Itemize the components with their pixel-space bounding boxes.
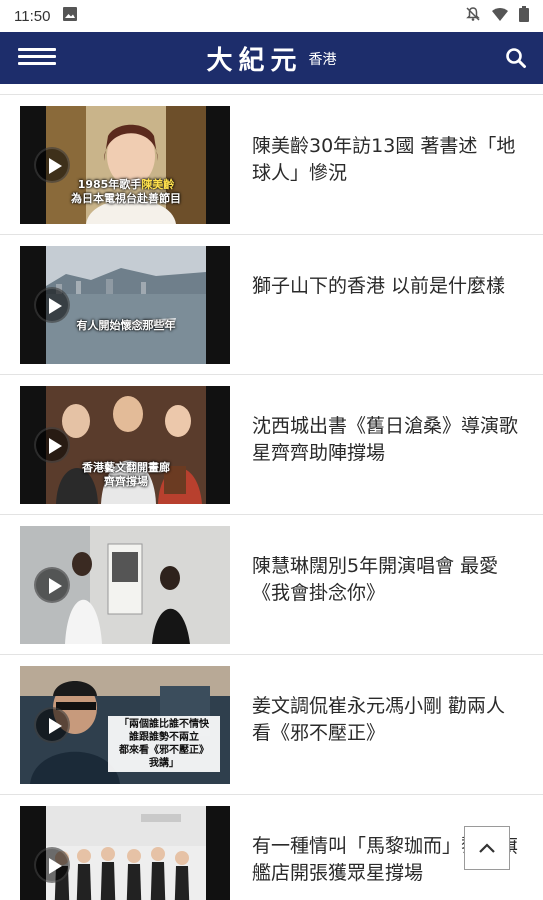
thumbnail-caption: 「兩個誰比誰不情快 誰跟誰勢不兩立 都來看《邪不壓正》 我講」 xyxy=(108,716,220,772)
search-icon[interactable] xyxy=(505,47,527,69)
wifi-icon xyxy=(491,6,509,26)
article-item[interactable]: 有人開始懷念那些年 獅子山下的香港 以前是什麼樣 xyxy=(0,235,543,375)
article-item[interactable]: 1985年歌手陳美齡 為日本電視台赴善節目 陳美齡30年訪13國 著書述「地球人」… xyxy=(0,95,543,235)
video-thumbnail[interactable] xyxy=(20,526,230,644)
article-item[interactable]: 香港藝文翻開畫廊 齊齊撐場 沈西城出書《舊日滄桑》導演歌星齊齊助陣撐場 xyxy=(0,375,543,515)
brand: 大紀元 香港 xyxy=(0,32,543,84)
play-icon[interactable] xyxy=(34,287,70,323)
status-bar: 11:50 xyxy=(0,0,543,32)
thumbnail-caption: 1985年歌手陳美齡 為日本電視台赴善節目 xyxy=(71,178,181,205)
notifications-off-icon xyxy=(465,6,481,26)
hamburger-menu-icon[interactable] xyxy=(18,44,56,72)
play-icon[interactable] xyxy=(34,707,70,743)
thumbnail-caption: 有人開始懷念那些年 xyxy=(76,319,176,332)
play-icon[interactable] xyxy=(34,567,70,603)
thumbnail-image xyxy=(46,106,206,224)
status-time: 11:50 xyxy=(14,7,51,25)
video-thumbnail[interactable]: 有人開始懷念那些年 xyxy=(20,246,230,364)
chevron-up-icon xyxy=(479,843,495,853)
brand-region: 香港 xyxy=(308,52,337,68)
article-title[interactable]: 沈西城出書《舊日滄桑》導演歌星齊齊助陣撐場 xyxy=(252,413,519,467)
video-thumbnail[interactable]: 「兩個誰比誰不情快 誰跟誰勢不兩立 都來看《邪不壓正》 我講」 xyxy=(20,666,230,784)
thumbnail-image xyxy=(46,246,206,364)
video-thumbnail[interactable]: 1985年歌手陳美齡 為日本電視台赴善節目 xyxy=(20,106,230,224)
scroll-to-top-button[interactable] xyxy=(464,826,510,870)
article-feed[interactable]: 1985年歌手陳美齡 為日本電視台赴善節目 陳美齡30年訪13國 著書述「地球人」… xyxy=(0,84,543,900)
thumbnail-image xyxy=(46,806,206,900)
play-icon[interactable] xyxy=(34,427,70,463)
video-thumbnail[interactable] xyxy=(20,806,230,900)
brand-logo: 大紀元 xyxy=(206,45,303,76)
gallery-icon xyxy=(62,6,78,26)
divider xyxy=(0,84,543,95)
battery-icon xyxy=(519,6,529,26)
article-item[interactable]: 陳慧琳闊別5年開演唱會 最愛《我會掛念你》 xyxy=(0,515,543,655)
thumbnail-caption: 香港藝文翻開畫廊 齊齊撐場 xyxy=(82,461,170,488)
article-title[interactable]: 姜文調侃崔永元馮小剛 勸兩人看《邪不壓正》 xyxy=(252,693,519,747)
article-item[interactable]: 有一種情叫「馬黎珈而」黎姿旗艦店開張獲眾星撐場 xyxy=(0,795,543,900)
video-thumbnail[interactable]: 香港藝文翻開畫廊 齊齊撐場 xyxy=(20,386,230,504)
article-item[interactable]: 「兩個誰比誰不情快 誰跟誰勢不兩立 都來看《邪不壓正》 我講」 姜文調侃崔永元馮小剛 … xyxy=(0,655,543,795)
article-title[interactable]: 獅子山下的香港 以前是什麼樣 xyxy=(252,273,519,300)
play-icon[interactable] xyxy=(34,147,70,183)
article-title[interactable]: 陳慧琳闊別5年開演唱會 最愛《我會掛念你》 xyxy=(252,553,519,607)
app-header: 大紀元 香港 xyxy=(0,32,543,84)
article-title[interactable]: 陳美齡30年訪13國 著書述「地球人」慘況 xyxy=(252,133,519,187)
play-icon[interactable] xyxy=(34,847,70,883)
